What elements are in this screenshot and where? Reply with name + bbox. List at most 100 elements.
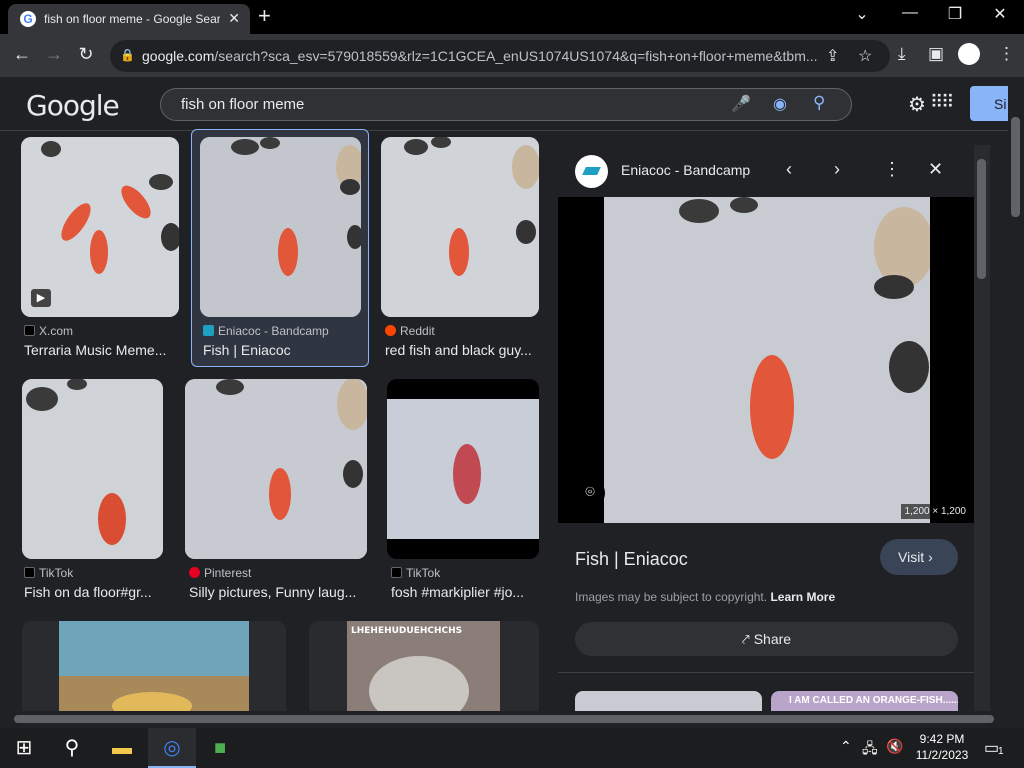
result-thumbnail[interactable] — [387, 379, 539, 559]
download-icon[interactable]: ⤓ — [898, 44, 906, 64]
tiktok-logo-icon — [24, 567, 35, 578]
fish-image — [200, 137, 361, 317]
tab-title: fish on floor meme - Google Search — [44, 12, 220, 26]
related-thumbnail[interactable]: I AM CALLED AN ORANGE-FISH...... — [771, 691, 958, 711]
result-thumbnail[interactable] — [22, 621, 286, 711]
image-dimensions: 1,200 × 1,200 — [900, 504, 970, 519]
fish-image — [22, 379, 163, 559]
result-caption[interactable]: fosh #markiplier #jo... — [391, 584, 539, 600]
bookmark-star-icon[interactable]: ☆ — [858, 46, 872, 66]
tiktok-logo-icon — [391, 567, 402, 578]
fish-image — [387, 379, 539, 559]
tab-search-button[interactable]: ⌄ — [842, 4, 882, 24]
fish-image — [185, 379, 367, 559]
reload-button[interactable]: ↻ — [74, 44, 98, 65]
browser-tab[interactable]: G fish on floor meme - Google Search ✕ — [8, 4, 250, 34]
network-icon[interactable]: 🖧 — [862, 738, 878, 762]
close-panel-button[interactable]: ✕ — [928, 159, 943, 180]
result-thumbnail[interactable] — [200, 137, 361, 317]
windows-taskbar: ⊞ ⚲ ▬ ◎ ■ ⌃ 🖧 🔇 9:42 PM 11/2/2023 ▭ 1 — [0, 728, 1024, 768]
search-icon[interactable]: ⚲ — [48, 728, 96, 768]
maximize-button[interactable]: ❐ — [935, 4, 975, 24]
microphone-icon[interactable]: 🎤 — [731, 94, 751, 114]
google-logo[interactable]: Google — [26, 89, 120, 122]
result-source: X.com — [24, 324, 73, 338]
show-hidden-icons-icon[interactable]: ⌃ — [840, 738, 852, 755]
reddit-logo-icon — [385, 325, 396, 336]
chrome-menu-icon[interactable]: ⋮ — [998, 44, 1015, 64]
system-clock[interactable]: 9:42 PM 11/2/2023 — [912, 731, 972, 763]
result-source: TikTok — [391, 566, 440, 580]
fish-image — [604, 197, 930, 523]
chrome-taskbar-icon[interactable]: ◎ — [148, 728, 196, 768]
more-options-icon[interactable]: ⋮ — [883, 159, 901, 180]
search-query[interactable]: fish on floor meme — [181, 96, 304, 113]
result-source: Eniacoc - Bandcamp — [203, 324, 329, 338]
preview-image-container[interactable]: 1,200 × 1,200 — [558, 197, 974, 523]
result-caption[interactable]: red fish and black guy... — [385, 342, 540, 358]
minimize-button[interactable]: — — [890, 4, 930, 22]
file-explorer-icon[interactable]: ▬ — [98, 728, 146, 768]
panel-site-name[interactable]: Eniacoc - Bandcamp — [621, 162, 750, 178]
clock-date: 11/2/2023 — [915, 748, 969, 762]
share-page-icon[interactable]: ⇪ — [826, 46, 839, 66]
browser-toolbar: ← → ↻ 🔒 google.com/search?sca_esv=579018… — [0, 34, 1024, 77]
cartoon-image — [59, 621, 249, 711]
page-vertical-scrollbar[interactable] — [1008, 77, 1024, 711]
close-window-button[interactable]: ✕ — [980, 4, 1020, 24]
visit-button[interactable]: Visit › — [880, 539, 958, 575]
notification-count: 1 — [998, 746, 1004, 757]
url-text[interactable]: google.com/search?sca_esv=579018559&rlz=… — [142, 48, 832, 64]
result-caption[interactable]: Terraria Music Meme... — [24, 342, 174, 358]
result-source: TikTok — [24, 566, 73, 580]
windows-start-icon[interactable]: ⊞ — [0, 728, 48, 768]
result-thumbnail[interactable] — [22, 379, 163, 559]
clock-time: 9:42 PM — [919, 732, 965, 746]
pinterest-logo-icon — [189, 567, 200, 578]
profile-avatar[interactable] — [958, 43, 980, 65]
tab-close-icon[interactable]: ✕ — [228, 10, 240, 27]
result-thumbnail[interactable]: ▶ — [21, 137, 179, 317]
result-thumbnail[interactable] — [381, 137, 539, 317]
side-panel-icon[interactable]: ▣ — [928, 44, 944, 64]
settings-gear-icon[interactable]: ⚙ — [908, 92, 926, 117]
panel-divider — [558, 672, 974, 673]
related-thumbnail[interactable] — [575, 691, 762, 711]
volume-muted-icon[interactable]: 🔇 — [886, 738, 903, 755]
search-box[interactable]: fish on floor meme 🎤 ◉ ⚲ — [160, 88, 852, 121]
x-logo-icon — [24, 325, 35, 336]
back-button[interactable]: ← — [10, 44, 34, 65]
meme-caption: LHEHEHUDUEHCHCHS — [351, 626, 463, 636]
apps-grid-icon[interactable]: ⠿⠿ — [930, 92, 954, 113]
previous-result-button[interactable]: ‹ — [786, 159, 792, 180]
notifications-icon[interactable]: ▭ — [984, 738, 999, 758]
lens-search-icon[interactable]: ⌾ — [575, 478, 605, 508]
video-play-icon: ▶ — [31, 289, 51, 307]
search-icon[interactable]: ⚲ — [813, 93, 825, 113]
result-thumbnail[interactable]: LHEHEHUDUEHCHCHS — [309, 621, 539, 711]
minecraft-taskbar-icon[interactable]: ■ — [196, 728, 244, 768]
panel-title[interactable]: Fish | Eniacoc — [575, 549, 688, 570]
result-caption[interactable]: Fish | Eniacoc — [203, 342, 363, 358]
lock-icon[interactable]: 🔒 — [120, 48, 135, 62]
share-button[interactable]: ⤤ Share — [575, 622, 958, 656]
result-thumbnail[interactable] — [185, 379, 367, 559]
bandcamp-logo-icon — [203, 325, 214, 336]
learn-more-link[interactable]: Learn More — [770, 590, 835, 604]
result-caption[interactable]: Fish on da floor#gr... — [24, 584, 164, 600]
related-thumbnail-text: I AM CALLED AN ORANGE-FISH...... — [789, 695, 958, 706]
result-source: Reddit — [385, 324, 435, 338]
page-horizontal-scrollbar[interactable] — [0, 711, 1008, 727]
result-caption[interactable]: Silly pictures, Funny laug... — [189, 584, 364, 600]
image-preview-panel: Eniacoc - Bandcamp ‹ › ⋮ ✕ 1,200 × 1,200… — [558, 145, 974, 711]
google-lens-icon[interactable]: ◉ — [773, 94, 787, 114]
next-result-button[interactable]: › — [834, 159, 840, 180]
preview-image[interactable] — [604, 197, 930, 523]
panel-scrollbar[interactable] — [974, 145, 990, 711]
google-favicon-icon: G — [20, 11, 36, 27]
address-bar[interactable]: 🔒 google.com/search?sca_esv=579018559&rl… — [110, 40, 890, 72]
result-source: Pinterest — [189, 566, 251, 580]
forward-button[interactable]: → — [42, 44, 66, 65]
new-tab-button[interactable]: + — [258, 4, 271, 28]
bandcamp-logo-icon — [575, 155, 608, 188]
